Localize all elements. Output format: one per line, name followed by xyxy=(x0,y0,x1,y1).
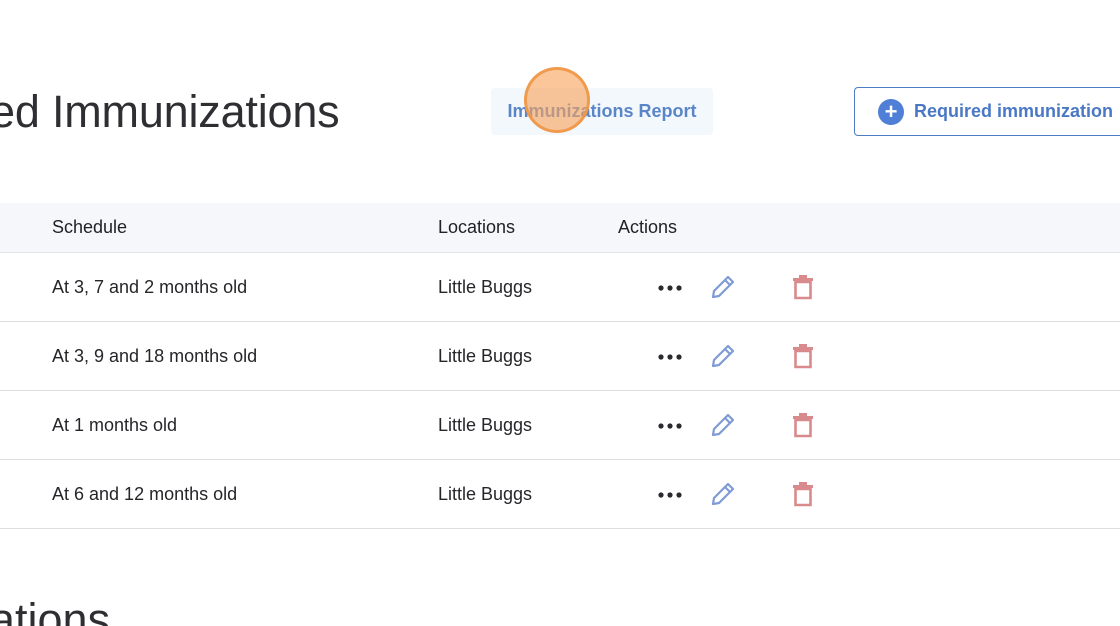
immunizations-report-button[interactable]: Immunizations Report xyxy=(491,88,713,135)
table-row: At 6 and 12 months old Little Buggs xyxy=(0,460,1120,529)
section-title: ations xyxy=(0,594,111,626)
schedule-cell: At 6 and 12 months old xyxy=(52,484,238,504)
trash-icon[interactable] xyxy=(789,342,817,370)
location-cell: Little Buggs xyxy=(438,346,533,366)
pencil-icon[interactable] xyxy=(709,411,737,439)
add-required-immunization-button[interactable]: + Required immunization xyxy=(854,87,1120,136)
schedule-cell: At 1 months old xyxy=(52,415,178,435)
add-button-label: Required immunization xyxy=(914,101,1114,121)
more-options-icon[interactable] xyxy=(656,480,684,508)
location-cell: Little Buggs xyxy=(438,415,533,435)
pencil-icon[interactable] xyxy=(709,342,737,370)
plus-circle-icon: + xyxy=(878,98,904,125)
location-cell: Little Buggs xyxy=(438,277,533,297)
table-row: At 1 months old Little Buggs xyxy=(0,391,1120,460)
page: ed Immunizations Immunizations Report + … xyxy=(0,0,1120,626)
page-title: ed Immunizations xyxy=(0,86,340,137)
more-options-icon[interactable] xyxy=(656,273,684,301)
table-header: Schedule Locations Actions xyxy=(0,203,1120,253)
more-options-icon[interactable] xyxy=(656,411,684,439)
trash-icon[interactable] xyxy=(789,480,817,508)
pencil-icon[interactable] xyxy=(709,273,737,301)
pencil-icon[interactable] xyxy=(709,480,737,508)
location-cell: Little Buggs xyxy=(438,484,533,504)
trash-icon[interactable] xyxy=(789,273,817,301)
column-header-schedule: Schedule xyxy=(52,217,128,237)
trash-icon[interactable] xyxy=(789,411,817,439)
more-options-icon[interactable] xyxy=(656,342,684,370)
column-header-actions: Actions xyxy=(618,217,678,237)
schedule-cell: At 3, 7 and 2 months old xyxy=(52,277,248,297)
table-row: At 3, 7 and 2 months old Little Buggs xyxy=(0,253,1120,322)
column-header-locations: Locations xyxy=(438,217,516,237)
table-row: At 3, 9 and 18 months old Little Buggs xyxy=(0,322,1120,391)
schedule-cell: At 3, 9 and 18 months old xyxy=(52,346,258,366)
